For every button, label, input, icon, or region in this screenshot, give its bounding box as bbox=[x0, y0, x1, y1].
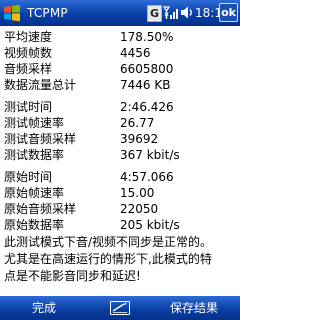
stat-value: 4456 bbox=[120, 46, 151, 60]
benchmark-results: 平均速度 178.50% 视频帧数 4456 音频采样 6605800 数据流量… bbox=[0, 27, 240, 283]
stat-label: 测试数据率 bbox=[4, 148, 65, 162]
stat-total-data: 数据流量总计 7446 KB bbox=[4, 77, 238, 93]
title-bar: TCPMP G 18:10 ok bbox=[0, 0, 240, 26]
stat-value: 2:46.426 bbox=[120, 100, 174, 114]
stat-value: 22050 bbox=[120, 202, 159, 216]
stat-original-data-rate: 原始数据率 205 kbit/s bbox=[4, 217, 238, 233]
stat-original-frame-rate: 原始帧速率 15.00 bbox=[4, 185, 238, 201]
menu-bar: 完成 保存结果 bbox=[0, 296, 240, 320]
speaker-volume-icon[interactable] bbox=[180, 5, 194, 20]
stat-audio-samples: 音频采样 6605800 bbox=[4, 61, 238, 77]
stat-value: 4:57.066 bbox=[120, 170, 174, 184]
stat-label: 测试时间 bbox=[4, 100, 53, 114]
note-line: 点是不能影音同步和延迟! bbox=[4, 269, 141, 283]
signal-strength-icon[interactable] bbox=[163, 5, 178, 20]
stat-label: 视频帧数 bbox=[4, 46, 53, 60]
stat-label: 原始数据率 bbox=[4, 218, 65, 232]
stat-value: 178.50% bbox=[120, 30, 174, 44]
stat-original-audio-sampling: 原始音频采样 22050 bbox=[4, 201, 238, 217]
stat-label: 音频采样 bbox=[4, 62, 53, 76]
stat-value: 15.00 bbox=[120, 186, 155, 200]
ok-button[interactable]: ok bbox=[219, 3, 238, 22]
stat-value: 39692 bbox=[120, 132, 159, 146]
note-line: 尤其是在高速运行的情形下,此模式的特 bbox=[4, 252, 212, 266]
stat-video-frames: 视频帧数 4456 bbox=[4, 45, 238, 61]
stat-label: 平均速度 bbox=[4, 30, 53, 44]
stat-average-speed: 平均速度 178.50% bbox=[4, 29, 238, 45]
app-title: TCPMP bbox=[27, 6, 68, 20]
stat-value: 367 kbit/s bbox=[120, 148, 180, 162]
stat-original-time: 原始时间 4:57.066 bbox=[4, 169, 238, 185]
windows-start-icon[interactable] bbox=[2, 3, 22, 23]
stat-label: 数据流量总计 bbox=[4, 78, 77, 92]
g-tray-icon[interactable]: G bbox=[147, 5, 162, 22]
input-panel-icon[interactable] bbox=[109, 298, 131, 318]
done-softkey[interactable]: 完成 bbox=[32, 296, 56, 320]
stat-label: 原始帧速率 bbox=[4, 186, 65, 200]
stat-label: 原始音频采样 bbox=[4, 202, 77, 216]
stat-test-audio-sampling: 测试音频采样 39692 bbox=[4, 131, 238, 147]
stat-value: 205 kbit/s bbox=[120, 218, 180, 232]
stat-label: 测试音频采样 bbox=[4, 132, 77, 146]
stat-value: 6605800 bbox=[120, 62, 174, 76]
stat-label: 原始时间 bbox=[4, 170, 53, 184]
stat-label: 测试帧速率 bbox=[4, 116, 65, 130]
save-results-softkey[interactable]: 保存结果 bbox=[170, 296, 218, 320]
stat-value: 26.77 bbox=[120, 116, 155, 130]
stat-test-frame-rate: 测试帧速率 26.77 bbox=[4, 115, 238, 131]
stat-test-data-rate: 测试数据率 367 kbit/s bbox=[4, 147, 238, 163]
stat-test-time: 测试时间 2:46.426 bbox=[4, 99, 238, 115]
stat-value: 7446 KB bbox=[120, 78, 171, 92]
note-line: 此测试模式下音/视频不同步是正常的。 bbox=[4, 235, 213, 249]
benchmark-note: 此测试模式下音/视频不同步是正常的。 尤其是在高速运行的情形下,此模式的特 点是… bbox=[4, 234, 238, 285]
